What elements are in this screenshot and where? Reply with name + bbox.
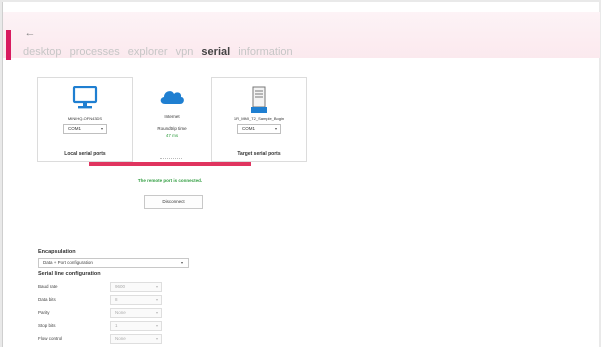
target-port-select[interactable]: COM1 ▾ [237,124,281,134]
nav-item-processes[interactable]: processes [70,46,120,58]
local-card-title: Local serial ports [64,151,106,157]
target-port-value: COM1 [242,126,256,131]
baud-rate-label: Baud rate [38,284,58,289]
baud-rate-value: 9600 [115,284,126,289]
nav-bar: desktop processes explorer vpn serial in… [23,46,298,58]
chevron-down-icon: ▾ [274,126,277,131]
encapsulation-value: Data + Port configuration [43,260,93,265]
nav-item-serial[interactable]: serial [201,46,230,58]
data-bits-label: Data bits [38,297,56,302]
local-port-value: COM1 [68,126,82,131]
parity-label: Parity [38,310,50,315]
parity-value: None [115,310,126,315]
header-bar: ← desktop processes explorer vpn serial … [3,12,600,60]
nav-item-vpn[interactable]: vpn [176,46,194,58]
app-window: – □ ← desktop processes explorer vpn ser… [2,2,600,347]
flow-control-select[interactable]: None ▾ [110,334,162,344]
encapsulation-label: Encapsulation [38,249,76,255]
target-device-name: 1R_MMI_T2_Sample_Bogin [233,116,285,121]
encapsulation-select[interactable]: Data + Port configuration ▾ [38,258,189,268]
chevron-down-icon: ▾ [155,284,158,289]
connection-status: The remote port is connected. [137,178,203,183]
chevron-down-icon: ▾ [155,336,158,341]
local-serial-card: MINIHQ-OFN43DS COM1 ▾ Local serial ports [37,77,133,162]
chevron-down-icon: ▾ [180,260,183,265]
cloud-icon [158,86,186,111]
target-card-title: Target serial ports [237,151,281,157]
header-accent-bar [6,30,11,60]
disconnect-button[interactable]: Disconnect [144,195,203,209]
connection-dots [160,158,182,161]
internet-block: Internet Roundtrip time 47 ms [144,84,200,154]
stop-bits-label: Stop bits [38,323,56,328]
local-port-select[interactable]: COM1 ▾ [63,124,107,134]
serial-config-label: Serial line configuration [38,271,101,277]
parity-select[interactable]: None ▾ [110,308,162,318]
nav-item-explorer[interactable]: explorer [128,46,168,58]
monitor-icon [72,85,98,115]
data-bits-value: 8 [115,297,118,302]
chevron-down-icon: ▾ [155,323,158,328]
internet-label: Internet [164,114,180,119]
back-arrow-icon[interactable]: ← [23,26,37,40]
chevron-down-icon: ▾ [155,310,158,315]
roundtrip-value: 47 ms [165,133,179,138]
flow-control-row: Flow control None ▾ [38,334,178,344]
connection-bar [89,162,251,166]
nav-item-desktop[interactable]: desktop [23,46,62,58]
flow-control-value: None [115,336,126,341]
data-bits-select[interactable]: 8 ▾ [110,295,162,305]
server-icon [250,86,268,119]
parity-row: Parity None ▾ [38,308,178,318]
local-device-name: MINIHQ-OFN43DS [67,116,103,121]
roundtrip-label: Roundtrip time [157,126,187,131]
baud-rate-row: Baud rate 9600 ▾ [38,282,178,292]
target-serial-card: 1R_MMI_T2_Sample_Bogin COM1 ▾ Target ser… [211,77,307,162]
baud-rate-select[interactable]: 9600 ▾ [110,282,162,292]
chevron-down-icon: ▾ [100,126,103,131]
stop-bits-value: 1 [115,323,118,328]
flow-control-label: Flow control [38,336,63,341]
stop-bits-select[interactable]: 1 ▾ [110,321,162,331]
chevron-down-icon: ▾ [155,297,158,302]
nav-item-information[interactable]: information [238,46,292,58]
stop-bits-row: Stop bits 1 ▾ [38,321,178,331]
data-bits-row: Data bits 8 ▾ [38,295,178,305]
